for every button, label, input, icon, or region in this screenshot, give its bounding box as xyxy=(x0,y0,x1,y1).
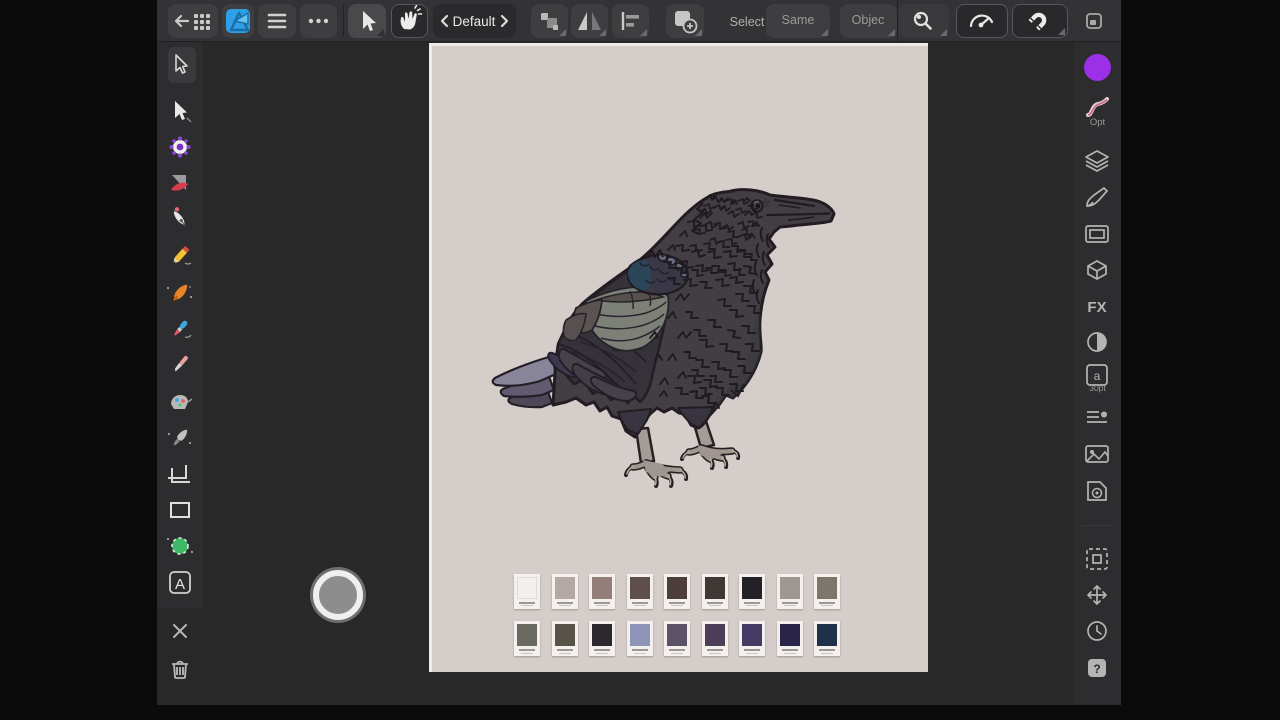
svg-text:Same: Same xyxy=(782,13,815,27)
svg-text:a: a xyxy=(1094,369,1101,383)
svg-text:Default: Default xyxy=(453,14,496,29)
svg-text:?: ? xyxy=(1093,662,1100,676)
svg-text:Objec: Objec xyxy=(852,13,885,27)
svg-text:Opt: Opt xyxy=(1090,117,1106,128)
svg-text:30pt: 30pt xyxy=(1089,383,1106,393)
svg-text:Select: Select xyxy=(730,15,765,29)
svg-text:FX: FX xyxy=(1087,299,1106,316)
